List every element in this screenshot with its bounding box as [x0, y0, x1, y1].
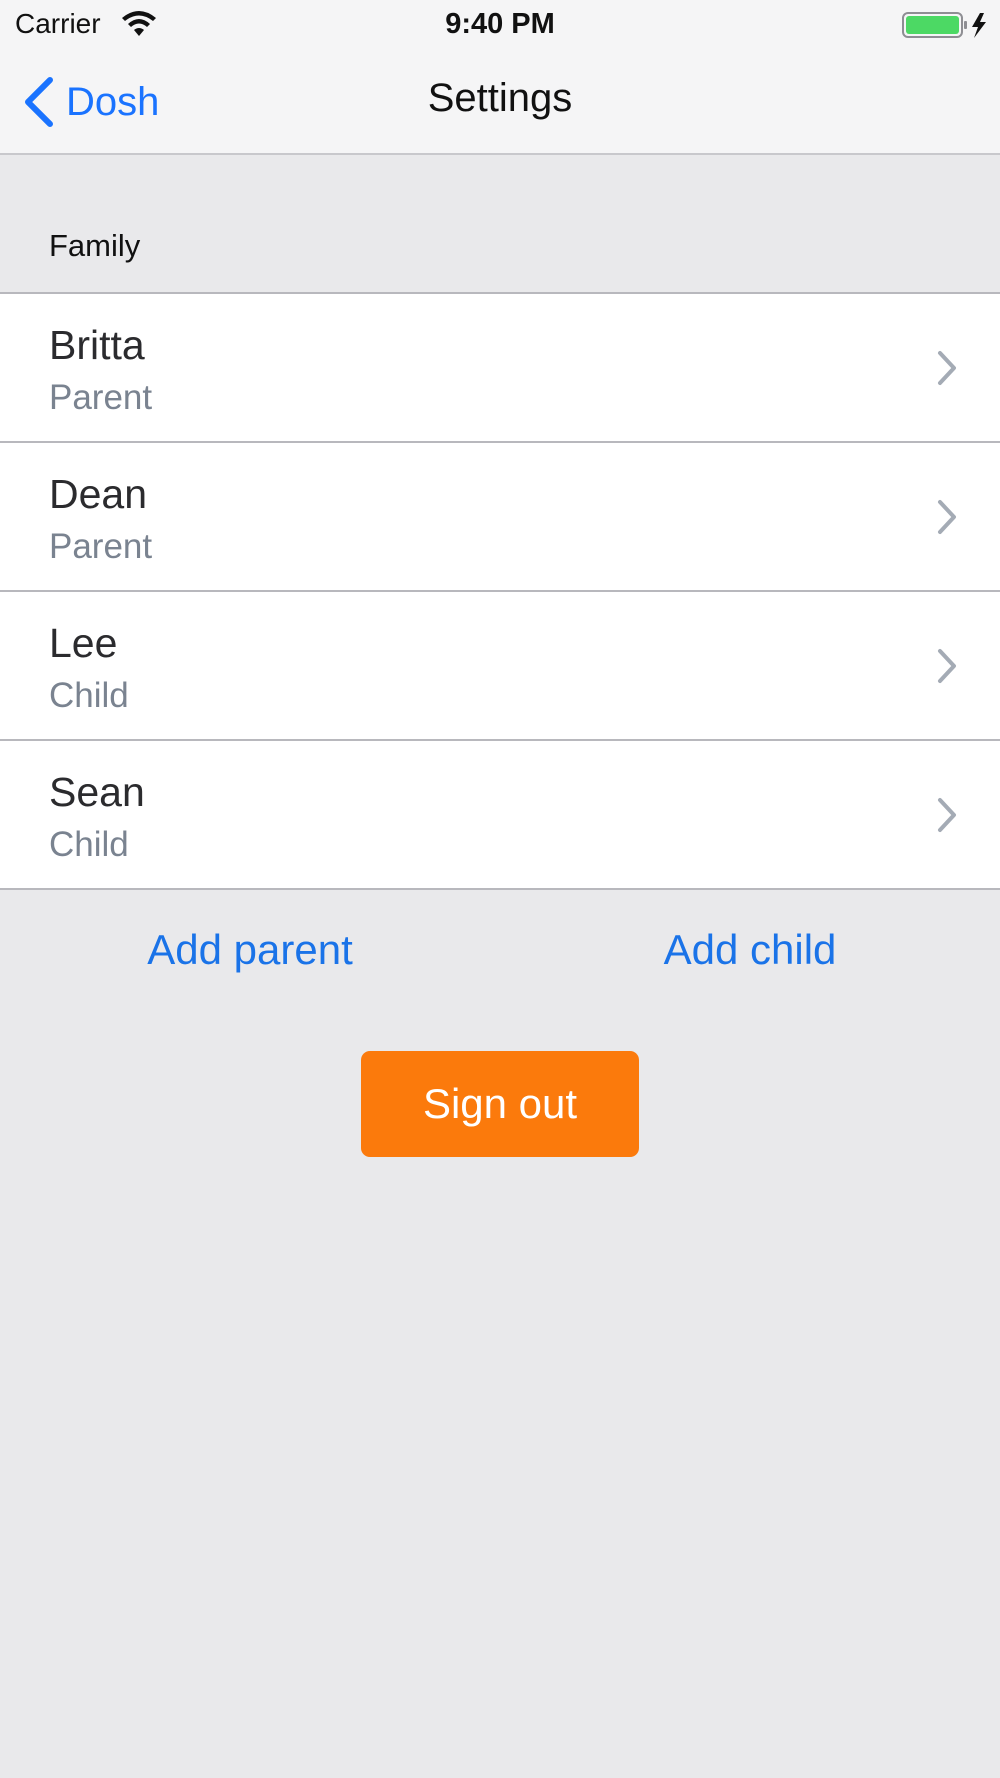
battery-charging-icon	[902, 12, 986, 38]
family-member-row-lee[interactable]: Lee Child	[0, 592, 1000, 741]
navigation-bar: Dosh Settings	[0, 50, 1000, 155]
member-name: Britta	[49, 322, 145, 368]
member-name: Dean	[49, 471, 148, 517]
member-role: Parent	[49, 378, 153, 417]
family-section-header: Family	[49, 228, 141, 263]
status-bar: Carrier 9:40 PM	[0, 0, 1000, 50]
chevron-right-icon	[938, 351, 956, 385]
status-time: 9:40 PM	[445, 8, 555, 40]
family-member-row-sean[interactable]: Sean Child	[0, 741, 1000, 890]
member-role: Parent	[49, 527, 153, 566]
family-member-row-dean[interactable]: Dean Parent	[0, 443, 1000, 592]
add-child-button[interactable]: Add child	[640, 926, 860, 974]
member-role: Child	[49, 676, 129, 715]
chevron-right-icon	[938, 500, 956, 534]
family-list: Britta Parent Dean Parent Lee Child Sean…	[0, 292, 1000, 890]
member-name: Lee	[49, 620, 118, 666]
member-role: Child	[49, 825, 129, 864]
sign-out-button[interactable]: Sign out	[361, 1051, 639, 1157]
add-parent-button[interactable]: Add parent	[130, 926, 370, 974]
chevron-right-icon	[938, 798, 956, 832]
chevron-right-icon	[938, 649, 956, 683]
member-name: Sean	[49, 769, 145, 815]
page-title: Settings	[427, 76, 573, 120]
family-member-row-britta[interactable]: Britta Parent	[0, 294, 1000, 443]
